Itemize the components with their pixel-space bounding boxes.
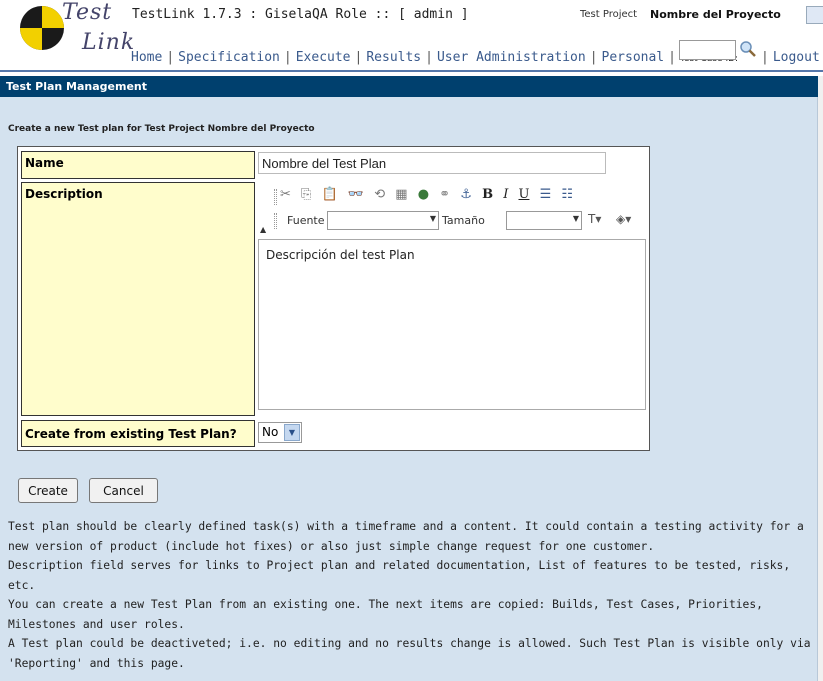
toolbar-collapse-icon[interactable]: ▲ <box>260 225 266 234</box>
test-case-id-input[interactable] <box>679 40 736 60</box>
nav-personal[interactable]: Personal <box>602 50 665 65</box>
chevron-down-icon: ▼ <box>429 214 436 223</box>
description-label: Description <box>21 182 255 416</box>
main-nav: Home | Specification | Execute | Results | User … <box>131 50 738 65</box>
anchor-icon[interactable]: ⚓ <box>460 187 472 202</box>
font-label: Fuente <box>287 214 325 227</box>
description-editor[interactable]: Descripción del test Plan <box>258 239 646 410</box>
logout-link[interactable]: | Logout <box>761 50 820 65</box>
test-project-select[interactable] <box>806 6 823 24</box>
create-from-value: No <box>262 425 279 439</box>
background-color-icon[interactable]: ◈▾ <box>616 212 631 226</box>
chevron-down-icon: ▼ <box>572 214 579 223</box>
search-icon[interactable] <box>738 40 758 58</box>
cut-icon[interactable]: ✂ <box>280 187 291 202</box>
nav-execute[interactable]: Execute <box>296 50 351 65</box>
nav-results[interactable]: Results <box>366 50 421 65</box>
logo-text-test: Test <box>62 0 113 25</box>
test-project-name: Nombre del Proyecto <box>650 8 781 21</box>
link-icon[interactable]: ⚭ <box>439 187 450 202</box>
nav-home[interactable]: Home <box>131 50 162 65</box>
cancel-button[interactable]: Cancel <box>89 478 158 503</box>
image-icon[interactable]: ● <box>418 187 429 202</box>
help-paragraph: Description field serves for links to Pr… <box>8 559 791 592</box>
create-heading: Create a new Test plan for Test Project … <box>8 124 315 134</box>
bold-icon[interactable]: B <box>482 187 493 202</box>
replace-icon[interactable]: ⟲ <box>374 187 385 202</box>
toolbar-grip[interactable] <box>274 213 277 229</box>
create-from-label: Create from existing Test Plan? <box>21 420 255 447</box>
test-project-label: Test Project <box>580 9 638 20</box>
name-label: Name <box>21 151 255 179</box>
font-select[interactable]: ▼ <box>327 211 439 230</box>
underline-icon[interactable]: U <box>518 187 529 202</box>
toolbar-grip[interactable] <box>274 189 277 205</box>
editor-toolbar-format: ▲ Fuente ▼ Tamaño ▼ T▾ ◈▾ <box>258 209 648 235</box>
create-from-select[interactable]: No ▼ <box>258 422 302 443</box>
app-title: TestLink 1.7.3 : GiselaQA Role :: [ admi… <box>132 7 469 22</box>
ordered-list-icon[interactable]: ☰ <box>540 187 552 202</box>
help-paragraph: Test plan should be clearly defined task… <box>8 520 804 553</box>
editor-toolbar: ✂ ⎘ 📋 👓 ⟲ ▦ ● ⚭ ⚓ B I U ☰ ☷ <box>258 183 648 209</box>
size-select[interactable]: ▼ <box>506 211 582 230</box>
unordered-list-icon[interactable]: ☷ <box>561 187 573 202</box>
page-title: Test Plan Management <box>0 76 818 97</box>
chevron-down-icon: ▼ <box>284 424 300 441</box>
find-icon[interactable]: 👓 <box>348 187 364 202</box>
italic-icon[interactable]: I <box>503 187 508 202</box>
table-icon[interactable]: ▦ <box>395 187 407 202</box>
paste-icon[interactable]: 📋 <box>322 187 338 202</box>
help-text: Test plan should be clearly defined task… <box>8 517 813 673</box>
create-button[interactable]: Create <box>18 478 78 503</box>
text-color-icon[interactable]: T▾ <box>588 212 601 226</box>
help-paragraph: You can create a new Test Plan from an e… <box>8 598 763 631</box>
size-label: Tamaño <box>442 214 485 227</box>
main-content: Create a new Test plan for Test Project … <box>0 97 818 681</box>
scrollbar[interactable] <box>818 76 823 681</box>
help-paragraph: A Test plan could be deactiveted; i.e. n… <box>8 637 811 670</box>
copy-icon[interactable]: ⎘ <box>301 187 311 202</box>
nav-specification[interactable]: Specification <box>178 50 280 65</box>
nav-user-administration[interactable]: User Administration <box>437 50 586 65</box>
name-input[interactable] <box>258 152 606 174</box>
test-plan-form: Name Description ✂ ⎘ 📋 👓 ⟲ ▦ ● ⚭ ⚓ B I U… <box>17 146 650 451</box>
